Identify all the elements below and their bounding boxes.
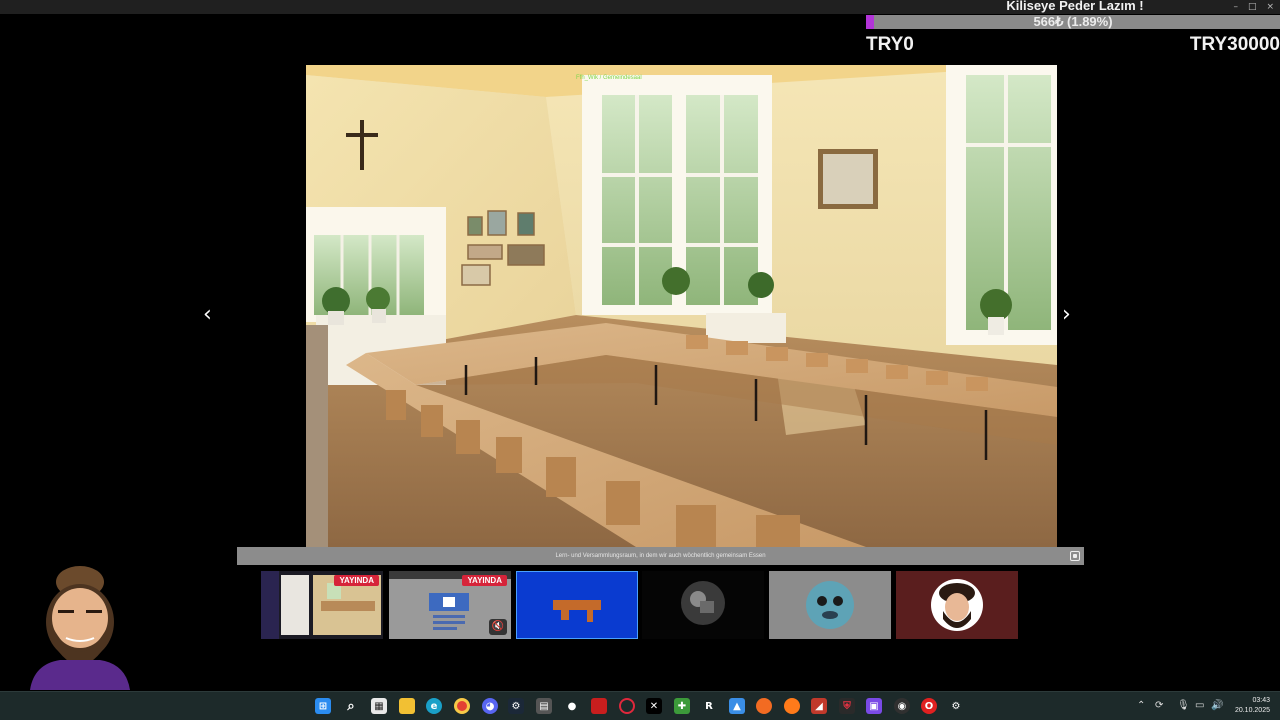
discord-icon[interactable]: ◕: [482, 698, 498, 714]
next-image-button[interactable]: ›: [1062, 303, 1071, 327]
r-app-icon[interactable]: R: [701, 698, 717, 714]
goal-min-label: TRY0: [866, 34, 914, 55]
github-icon[interactable]: ●: [564, 698, 580, 714]
chevron-up-icon[interactable]: ⌃: [1137, 700, 1145, 711]
file-explorer-icon[interactable]: [399, 698, 415, 714]
church-hall-photo: Ffh_Wik / Gemeindesaal: [306, 65, 1057, 547]
lightbox-image: Ffh_Wik / Gemeindesaal: [306, 65, 1057, 547]
thumbnail-5[interactable]: [769, 571, 891, 639]
muted-speaker-icon[interactable]: 🔇: [489, 619, 507, 635]
opera-icon[interactable]: O: [921, 698, 937, 714]
goal-progress-text: 566₺ (1.89%): [1033, 14, 1113, 29]
window-controls: – □ ×: [1233, 0, 1274, 14]
chrome-icon[interactable]: [454, 698, 470, 714]
windows-start-icon[interactable]: ⊞: [315, 698, 331, 714]
live-badge: YAYINDA: [462, 575, 507, 586]
caption-bar: Lern- und Versammlungsraum, in dem wir a…: [237, 547, 1084, 565]
goal-title: Kiliseye Peder Lazım !: [1006, 0, 1144, 13]
monitor-icon[interactable]: ▭: [1195, 700, 1204, 711]
thumbnail-2[interactable]: YAYINDA 🔇: [389, 571, 511, 639]
thumbnail-preview: [769, 571, 891, 639]
thumbnail-6[interactable]: [896, 571, 1018, 639]
x-icon[interactable]: ✕: [646, 698, 662, 714]
app-gray-icon[interactable]: ▤: [536, 698, 552, 714]
microphone-icon[interactable]: 🎙: [1177, 700, 1190, 711]
thumbnail-4[interactable]: [642, 571, 764, 639]
goal-progress-bar: 566₺ (1.89%): [866, 15, 1280, 29]
fullscreen-icon[interactable]: [1070, 551, 1080, 561]
minimize-button[interactable]: –: [1233, 0, 1238, 14]
thumbnail-preview: [896, 571, 1018, 639]
app-red-icon[interactable]: [591, 698, 607, 714]
app-orange-icon[interactable]: [756, 698, 772, 714]
taskbar-clock[interactable]: 03:43 20.10.2025: [1235, 696, 1270, 716]
previous-image-button[interactable]: ‹: [203, 303, 212, 327]
live-badge: YAYINDA: [334, 575, 379, 586]
speaker-icon[interactable]: 🔊: [1211, 700, 1223, 711]
firefox-icon[interactable]: [784, 698, 800, 714]
clock-time: 03:43: [1252, 697, 1270, 704]
edge-icon[interactable]: e: [426, 698, 442, 714]
sync-icon[interactable]: ⟳: [1155, 700, 1163, 711]
image-caption: Lern- und Versammlungsraum, in dem wir a…: [555, 553, 766, 559]
app-green-icon[interactable]: ✚: [674, 698, 690, 714]
opera-gx-icon[interactable]: [619, 698, 635, 714]
maximize-button[interactable]: □: [1248, 0, 1257, 14]
goal-max-label: TRY30000: [1189, 34, 1280, 55]
thumbnail-preview: [642, 571, 764, 639]
thumbnail-3[interactable]: [516, 571, 638, 639]
streamer-avatar: [30, 566, 130, 690]
clock-date: 20.10.2025: [1234, 707, 1270, 714]
image-overlay-text: Ffh_Wik / Gemeindesaal: [576, 75, 642, 81]
shield-icon[interactable]: ⛨: [839, 698, 855, 714]
obs-icon[interactable]: ◉: [894, 698, 910, 714]
app-blue-icon[interactable]: ▲: [729, 698, 745, 714]
close-button[interactable]: ×: [1266, 0, 1274, 14]
app-purple-icon[interactable]: ▣: [866, 698, 882, 714]
thumbnail-1[interactable]: YAYINDA: [261, 571, 383, 639]
task-view-icon[interactable]: ▦: [371, 698, 387, 714]
taskbar: ⊞ ⌕ ▦ e ◕ ⚙ ▤ ● ✕ ✚ R ▲ ◢ ⛨ ▣ ◉ O ⚙ ⌃ ⟳ …: [0, 691, 1280, 720]
search-icon[interactable]: ⌕: [343, 698, 359, 714]
app-slides-icon[interactable]: ◢: [811, 698, 827, 714]
settings-icon[interactable]: ⚙: [948, 698, 964, 714]
thumbnail-preview: [517, 572, 637, 638]
steam-icon[interactable]: ⚙: [508, 698, 524, 714]
